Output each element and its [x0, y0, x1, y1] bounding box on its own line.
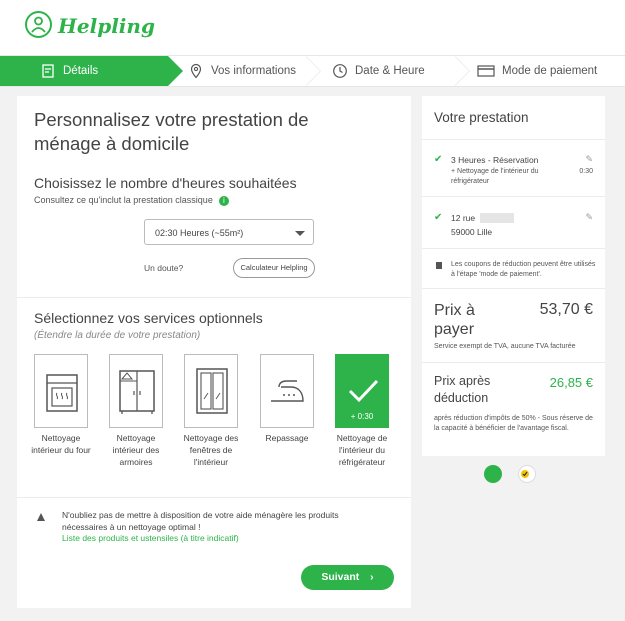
price-label: Prix à payer [434, 302, 475, 338]
options-title: Sélectionnez vos services optionnels [34, 310, 263, 326]
service-line: 3 Heures - Réservation [451, 155, 539, 165]
address-redacted [480, 213, 514, 223]
edit-pencil-icon[interactable]: ✎ [585, 154, 593, 165]
service-label: Repassage [265, 433, 309, 443]
edit-pencil-icon[interactable]: ✎ [585, 212, 593, 223]
step-details[interactable]: Détails [0, 56, 183, 86]
deduction-value: 26,85 € [549, 375, 593, 390]
hours-subtitle-text: Consultez ce qu'inclut la prestation cla… [34, 195, 213, 205]
price-value: 53,70 € [539, 301, 593, 318]
step-separator [305, 56, 321, 86]
service-card[interactable] [109, 354, 163, 428]
step-label: Mode de paiement [502, 65, 598, 77]
hours-select-value: 02:30 Heures (~55m²) [155, 228, 244, 238]
service-oven[interactable]: Nettoyage intérieur du four [31, 354, 91, 456]
next-button[interactable]: Suivant › [301, 565, 394, 590]
service-card[interactable] [184, 354, 238, 428]
doubt-label: Un doute? [144, 263, 184, 273]
step-label: Date & Heure [355, 65, 425, 77]
hours-subtitle: Consultez ce qu'inclut la prestation cla… [34, 195, 229, 206]
service-ironing[interactable]: Repassage [260, 354, 314, 444]
supplies-list-link[interactable]: Liste des produits et ustensiles (à titr… [62, 533, 239, 543]
credit-card-icon [477, 63, 495, 79]
booking-summary: Votre prestation ✔ 3 Heures - Réservatio… [422, 96, 605, 456]
service-fridge[interactable]: + 0:30 Nettoyage de l'intérieur du réfri… [335, 354, 389, 468]
check-icon: ✔ [434, 154, 443, 165]
service-customization-panel: Personnalisez votre prestation de ménage… [17, 96, 411, 608]
divider [422, 196, 605, 197]
coupon-icon [436, 262, 442, 269]
oven-icon [46, 374, 78, 412]
divider [422, 139, 605, 140]
service-windows[interactable]: Nettoyage des fenêtres de l'intérieur [184, 354, 238, 468]
service-label: Nettoyage intérieur des armoires [112, 433, 160, 467]
divider [422, 288, 605, 289]
page-title: Personnalisez votre prestation de ménage… [34, 109, 309, 154]
chevron-down-icon [295, 231, 305, 236]
step-label: Détails [63, 65, 99, 77]
supplies-warning: N'oubliez pas de mettre à disposition de… [62, 510, 339, 532]
step-date-time[interactable]: Date & Heure [332, 56, 425, 86]
options-subtitle: (Étendre la durée de votre prestation) [34, 330, 201, 341]
calculator-button[interactable]: Calculateur Helpling [233, 258, 315, 278]
hours-title: Choisissez le nombre d'heures souhaitées [34, 175, 297, 191]
coupon-note: Les coupons de réduction peuvent être ut… [451, 261, 596, 278]
service-wardrobe[interactable]: Nettoyage intérieur des armoires [109, 354, 163, 468]
checkout-steps: Détails Vos informations Date & Heure Mo… [0, 55, 625, 87]
helpling-guarantee-icon [484, 465, 502, 483]
norton-secured-icon [518, 465, 536, 483]
next-button-label: Suivant [321, 571, 360, 583]
service-label: Nettoyage de l'intérieur du réfrigérateu… [336, 433, 388, 467]
warning-icon [37, 513, 45, 521]
helpling-logo-icon[interactable] [25, 11, 52, 38]
service-card[interactable] [34, 354, 88, 428]
deduction-label: Prix après déduction [434, 374, 491, 405]
service-label: Nettoyage intérieur du four [31, 433, 91, 455]
header: Helpling [0, 0, 625, 55]
service-extra: + Nettoyage de l'intérieur du réfrigérat… [451, 168, 539, 185]
step-information[interactable]: Vos informations [188, 56, 296, 86]
price-note: Service exempt de TVA, aucune TVA factur… [434, 343, 576, 350]
address-line2: 59000 Lille [451, 227, 493, 237]
step-separator [454, 56, 470, 86]
address-line1: 12 rue [451, 213, 476, 223]
brand-name[interactable]: Helpling [58, 14, 155, 38]
divider [422, 248, 605, 249]
service-card[interactable] [260, 354, 314, 428]
divider [17, 297, 411, 298]
step-payment[interactable]: Mode de paiement [477, 56, 597, 86]
divider [422, 362, 605, 363]
clock-icon [332, 63, 348, 79]
info-icon[interactable]: i [218, 195, 229, 206]
service-label: Nettoyage des fenêtres de l'intérieur [183, 433, 239, 467]
clipboard-icon [40, 63, 56, 79]
iron-icon [271, 380, 304, 402]
deduction-note: après réduction d'impôts de 50% - Sous r… [434, 415, 593, 432]
location-pin-icon [188, 63, 204, 79]
hours-select[interactable]: 02:30 Heures (~55m²) [144, 219, 314, 245]
service-extra-time: + 0:30 [350, 412, 374, 421]
divider [17, 497, 411, 498]
service-extra-time: 0:30 [579, 168, 593, 175]
summary-title: Votre prestation [434, 110, 529, 125]
check-icon: ✔ [434, 212, 443, 223]
wardrobe-icon [119, 370, 155, 414]
window-icon [196, 368, 228, 414]
step-label: Vos informations [211, 65, 297, 77]
chevron-right-icon: › [370, 571, 374, 583]
service-card[interactable]: + 0:30 [335, 354, 389, 428]
